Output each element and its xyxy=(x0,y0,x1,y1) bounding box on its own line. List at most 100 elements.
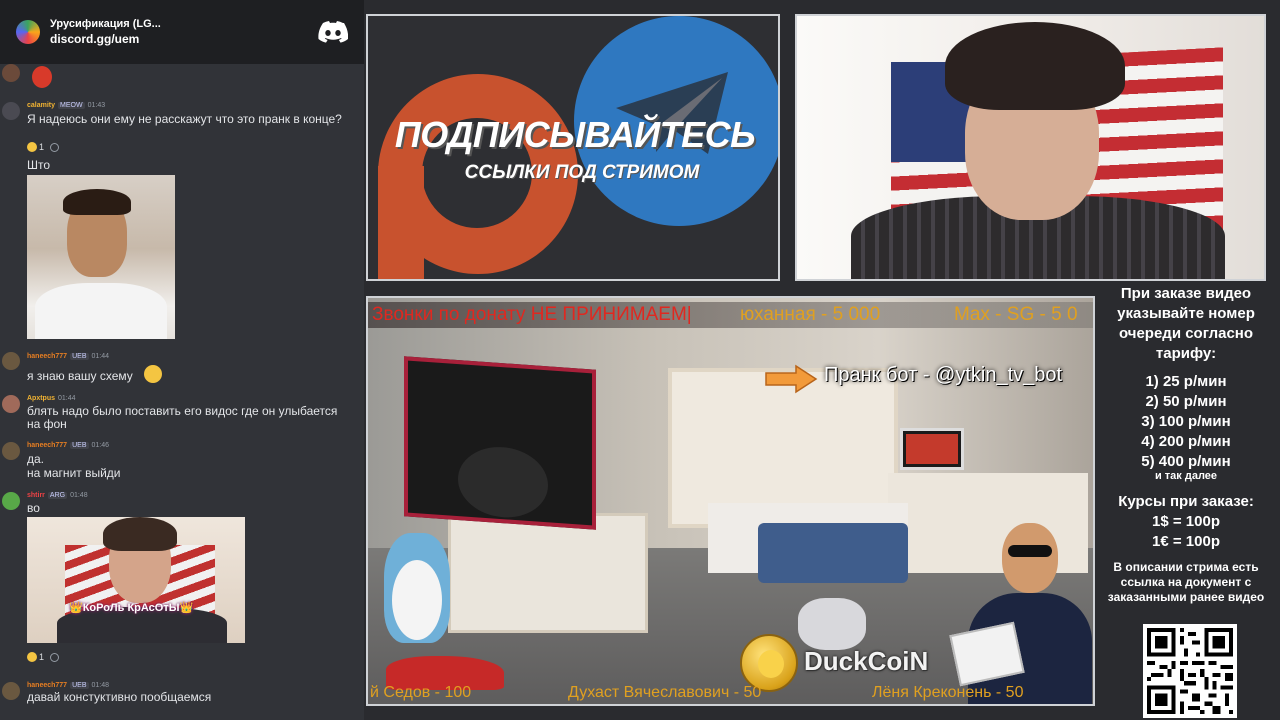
reaction-count: 1 xyxy=(39,652,45,662)
order-note: При заказе видео указывайте номер очеред… xyxy=(1117,285,1255,362)
user-badge: UEB xyxy=(70,682,89,689)
blanket xyxy=(758,523,908,583)
message-text: Што xyxy=(27,158,51,172)
server-invite-link[interactable]: discord.gg/uem xyxy=(50,32,308,46)
message-text: Я надеюсь они ему не расскажут что это п… xyxy=(27,112,342,126)
streamer-hair xyxy=(945,22,1125,110)
currency-rate: 1$ = 100р xyxy=(1152,513,1220,530)
subscribe-banner: ПОДПИСЫВАЙТЕСЬ ССЫЛКИ ПОД СТРИМОМ xyxy=(366,14,780,281)
username[interactable]: haneech777 xyxy=(27,353,67,360)
chat-message: на магнит выйди xyxy=(0,467,364,483)
duck-icon xyxy=(758,650,784,678)
username[interactable]: haneech777 xyxy=(27,682,67,689)
monitor-figure xyxy=(458,444,548,521)
message-meta: haneech777 UEB 01:46 xyxy=(27,442,109,449)
reaction-bar: 1 xyxy=(27,650,60,664)
message-meta: haneech777 UEB 01:48 xyxy=(27,682,109,689)
duckcoin-label: DuckCoiN xyxy=(804,646,929,676)
reaction-pill[interactable]: 1 xyxy=(27,652,44,662)
avatar xyxy=(2,492,20,510)
timestamp: 01:48 xyxy=(70,492,88,499)
user-badge: UEB xyxy=(70,442,89,449)
message-text: давай констуктивно пообщаемся xyxy=(27,690,212,704)
username[interactable]: Apxtpus xyxy=(27,395,55,402)
user-badge: MEOW xyxy=(58,102,85,109)
message-meta: shtirr ARG 01:48 xyxy=(27,492,88,499)
gif-caption: 👑КоРоЛь КрАсОтЫ👑 xyxy=(69,602,194,614)
arrow-right-icon xyxy=(765,364,818,394)
currency-block: Курсы при заказе: 1$ = 100р 1€ = 100р xyxy=(1100,492,1272,552)
tv-screen xyxy=(906,434,958,464)
angry-emoji-icon xyxy=(32,66,52,88)
message-text: на магнит выйди xyxy=(27,466,121,480)
ticker-donation: Лёня Креконень - 50 xyxy=(872,684,1024,701)
avatar xyxy=(2,442,20,460)
user-badge: ARG xyxy=(47,492,68,499)
message-text: во xyxy=(27,501,40,515)
avatar xyxy=(2,395,20,413)
rate-etc: и так далее xyxy=(1154,470,1218,482)
sunglasses-icon xyxy=(1008,545,1052,557)
chat-message: haneech777 UEB 01:46 да. xyxy=(0,441,364,466)
avatar xyxy=(2,64,20,82)
message-meta: Apxtpus 01:44 xyxy=(27,395,76,402)
rate-item: 3) 100 р/мин xyxy=(1141,413,1231,430)
stream-layout: Урусификация (LG... discord.gg/uem calam… xyxy=(0,0,1280,720)
timestamp: 01:44 xyxy=(91,353,110,360)
chat-message-partial xyxy=(0,64,364,94)
laugh-emoji-icon xyxy=(144,365,162,383)
server-title: Урусификация (LG... xyxy=(50,18,161,30)
chat-header: Урусификация (LG... discord.gg/uem xyxy=(0,0,364,64)
timestamp: 01:43 xyxy=(87,102,106,109)
username[interactable]: calamity xyxy=(27,102,55,109)
currency-rate: 1€ = 100р xyxy=(1152,533,1220,550)
chat-message: haneech777 UEB 01:48 давай констуктивно … xyxy=(0,680,364,710)
chat-image-attachment[interactable] xyxy=(27,175,175,339)
username[interactable]: haneech777 xyxy=(27,442,67,449)
ticker-donation: Max - SG - 5 0 xyxy=(954,304,1078,325)
gif-hair xyxy=(103,517,177,551)
chat-message: Што xyxy=(0,158,364,174)
message-text: я знаю вашу схему xyxy=(27,369,133,383)
add-reaction-icon[interactable] xyxy=(50,142,60,152)
rate-item: 5) 400 р/мин xyxy=(1141,453,1231,470)
rate-item: 1) 25 р/мин xyxy=(1145,373,1227,390)
message-text: блять надо было поставить его видос где … xyxy=(27,404,338,431)
webcam-feed xyxy=(795,14,1266,281)
server-info: Урусификация (LG... discord.gg/uem xyxy=(50,18,308,46)
robot-dog xyxy=(798,598,866,650)
ticker-notice: Звонки по донату НЕ ПРИНИМАЕМ| xyxy=(372,304,692,325)
qr-code[interactable] xyxy=(1143,624,1237,718)
add-reaction-icon[interactable] xyxy=(50,652,60,662)
businessman-head xyxy=(1002,523,1058,593)
chat-message: shtirr ARG 01:48 во xyxy=(0,490,364,515)
chat-message: calamity MEOW 01:43 Я надеюсь они ему не… xyxy=(0,100,364,160)
ticker-donation: Духаст Вячеславович - 50 xyxy=(568,684,762,701)
ticker-donation: й Седов - 100 xyxy=(370,684,472,701)
donation-ticker-bottom: й Седов - 100 Духаст Вячеславович - 50 Л… xyxy=(368,682,1093,704)
username[interactable]: shtirr xyxy=(27,492,45,499)
banner-subline: ССЫЛКИ ПОД СТРИМОМ xyxy=(464,162,700,183)
laugh-emoji-icon xyxy=(27,142,37,152)
monitor-screen xyxy=(404,356,596,530)
reaction-count: 1 xyxy=(39,142,45,152)
banner-headline: ПОДПИСЫВАЙТЕСЬ xyxy=(394,114,756,155)
image-shirt xyxy=(35,283,167,339)
discord-logo-icon xyxy=(318,21,348,43)
timestamp: 01:48 xyxy=(91,682,110,689)
reaction-bar: 1 xyxy=(27,140,60,154)
donation-ticker-top: Звонки по донату НЕ ПРИНИМАЕМ| юханная -… xyxy=(368,302,1093,328)
avatar xyxy=(2,682,20,700)
reaction-pill[interactable]: 1 xyxy=(27,142,44,152)
small-tv xyxy=(900,428,964,470)
chat-gif-attachment[interactable]: 👑КоРоЛь КрАсОтЫ👑 xyxy=(27,517,245,643)
timestamp: 01:44 xyxy=(58,395,76,402)
image-hair xyxy=(63,189,131,215)
chat-message: haneech777 UEB 01:44 я знаю вашу схему xyxy=(0,352,364,386)
penguin-belly xyxy=(392,560,442,640)
discord-chat-panel: Урусификация (LG... discord.gg/uem calam… xyxy=(0,0,364,720)
shelf-unit xyxy=(448,513,648,633)
chat-message: Apxtpus 01:44 блять надо было поставить … xyxy=(0,394,364,434)
doc-note: В описании стрима есть ссылка на докумен… xyxy=(1107,560,1265,604)
rate-item: 2) 50 р/мин xyxy=(1145,393,1227,410)
